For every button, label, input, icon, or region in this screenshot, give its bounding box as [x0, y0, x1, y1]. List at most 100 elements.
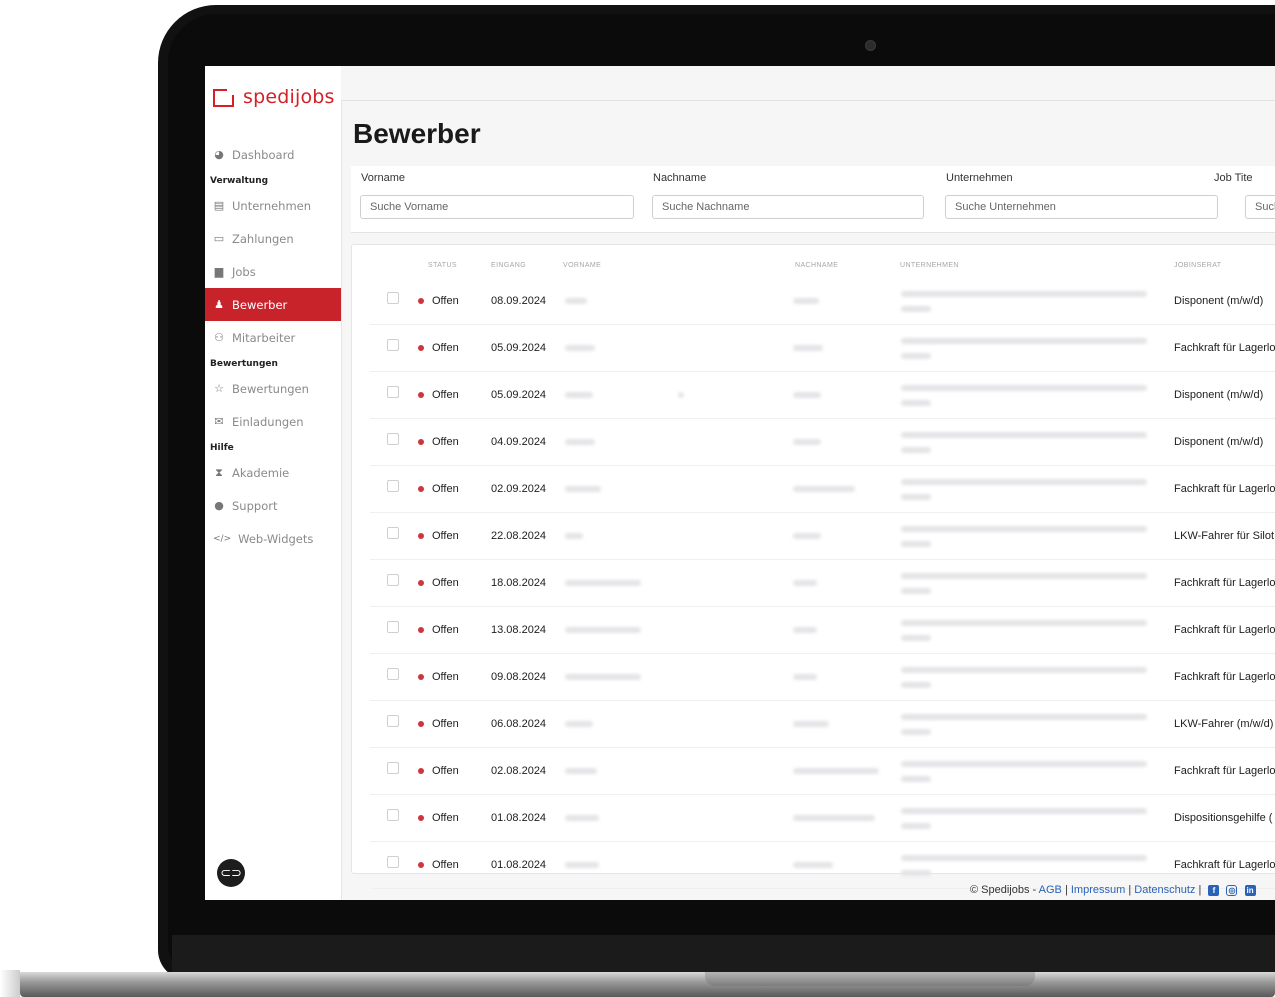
jobinserat-cell[interactable]: Dispositionsgehilfe ( — [1174, 795, 1272, 841]
status-badge: Offen — [418, 278, 459, 324]
jobinserat-cell[interactable]: Disponent (m/w/d) — [1174, 372, 1263, 418]
jobinserat-cell[interactable]: Fachkraft für Lagerlo — [1174, 325, 1275, 371]
sidebar-item-jobs[interactable]: ▆ Jobs — [205, 255, 341, 288]
jobinserat-cell[interactable]: Fachkraft für Lagerlo — [1174, 466, 1275, 512]
sidebar-item-label: Bewertungen — [232, 381, 309, 396]
redacted-text — [565, 439, 595, 445]
row-checkbox[interactable] — [387, 574, 399, 586]
logo[interactable]: spedijobs — [213, 86, 335, 108]
row-checkbox[interactable] — [387, 433, 399, 445]
row-checkbox[interactable] — [387, 480, 399, 492]
row-checkbox[interactable] — [387, 621, 399, 633]
nachname-cell — [793, 607, 817, 653]
row-checkbox[interactable] — [387, 809, 399, 821]
row-checkbox[interactable] — [387, 856, 399, 868]
jobinserat-cell[interactable]: Fachkraft für Lagerlo — [1174, 654, 1275, 700]
sidebar-item-einladungen[interactable]: ✉ Einladungen — [205, 405, 341, 438]
row-checkbox[interactable] — [387, 386, 399, 398]
redacted-text — [793, 580, 817, 586]
header-eingang[interactable]: EINGANG — [491, 262, 526, 269]
chat-button[interactable]: ⊂⊃ — [217, 859, 245, 887]
sidebar-item-zahlungen[interactable]: ▭ Zahlungen — [205, 222, 341, 255]
sidebar-item-support[interactable]: ● Support — [205, 489, 341, 522]
sidebar-item-label: Einladungen — [232, 414, 304, 429]
jobinserat-cell[interactable]: Disponent (m/w/d) — [1174, 419, 1263, 465]
linkedin-icon[interactable]: in — [1244, 884, 1256, 896]
sidebar-item-mitarbeiter[interactable]: ⚇ Mitarbeiter — [205, 321, 341, 354]
sidebar-item-label: Dashboard — [232, 147, 295, 162]
table-row[interactable]: Offen 05.09.2024 Fachkraft für Lagerlo — [370, 325, 1275, 372]
status-dot-icon — [418, 439, 424, 445]
table-row[interactable]: Offen 02.08.2024 Fachkraft für Lagerlo — [370, 748, 1275, 795]
jobinserat-cell[interactable]: LKW-Fahrer für Silot — [1174, 513, 1274, 559]
table-row[interactable]: Offen 01.08.2024 Dispositionsgehilfe ( — [370, 795, 1275, 842]
footer-datenschutz-link[interactable]: Datenschutz — [1134, 884, 1195, 896]
redacted-text — [901, 713, 1147, 720]
sidebar-item-web-widgets[interactable]: </> Web-Widgets — [205, 522, 341, 555]
eingang-date: 08.09.2024 — [491, 295, 547, 307]
unternehmen-cell — [901, 278, 1147, 324]
vorname-cell — [565, 466, 601, 512]
table-row[interactable]: Offen 09.08.2024 Fachkraft für Lagerlo — [370, 654, 1275, 701]
row-checkbox[interactable] — [387, 668, 399, 680]
status-text: Offen — [432, 859, 459, 871]
vorname-cell — [565, 654, 641, 700]
footer-impressum-link[interactable]: Impressum — [1071, 884, 1125, 896]
instagram-icon[interactable]: ◎ — [1226, 884, 1238, 896]
redacted-text — [901, 728, 931, 735]
status-text: Offen — [432, 530, 459, 542]
table-row[interactable]: Offen 05.09.2024 Disponent (m/w/d) — [370, 372, 1275, 419]
redacted-text — [565, 627, 641, 633]
redacted-text — [901, 775, 931, 782]
row-checkbox[interactable] — [387, 527, 399, 539]
job-search-input[interactable] — [1245, 195, 1275, 219]
status-text: Offen — [432, 671, 459, 683]
jobinserat-cell[interactable]: Fachkraft für Lagerlo — [1174, 560, 1275, 606]
table-row[interactable]: Offen 04.09.2024 Disponent (m/w/d) — [370, 419, 1275, 466]
filter-unternehmen: Unternehmen — [936, 172, 1226, 219]
facebook-icon[interactable]: f — [1208, 884, 1220, 896]
row-checkbox[interactable] — [387, 762, 399, 774]
header-unternehmen[interactable]: UNTERNEHMEN — [900, 262, 959, 269]
filter-vorname-label: Vorname — [361, 172, 406, 184]
header-vorname[interactable]: VORNAME — [563, 262, 601, 269]
jobinserat-cell[interactable]: Fachkraft für Lagerlo — [1174, 748, 1275, 794]
jobinserat-cell[interactable]: Fachkraft für Lagerlo — [1174, 607, 1275, 653]
nachname-search-input[interactable] — [652, 195, 924, 219]
hourglass-icon: ⧗ — [215, 465, 223, 479]
unternehmen-search-input[interactable] — [945, 195, 1218, 219]
redacted-text — [901, 666, 1147, 673]
table-row[interactable]: Offen 06.08.2024 LKW-Fahrer (m/w/d) — [370, 701, 1275, 748]
applicants-table: STATUS EINGANG VORNAME NACHNAME UNTERNEH… — [351, 244, 1275, 889]
header-jobinserat[interactable]: JOBINSERAT — [1174, 262, 1221, 269]
jobinserat-cell[interactable]: LKW-Fahrer (m/w/d) — [1174, 701, 1273, 747]
table-row[interactable]: Offen 18.08.2024 Fachkraft für Lagerlo — [370, 560, 1275, 607]
table-row[interactable]: Offen 13.08.2024 Fachkraft für Lagerlo — [370, 607, 1275, 654]
table-row[interactable]: Offen 22.08.2024 LKW-Fahrer für Silot — [370, 513, 1275, 560]
table-row[interactable]: Offen 02.09.2024 Fachkraft für Lagerlo — [370, 466, 1275, 513]
row-checkbox[interactable] — [387, 715, 399, 727]
sidebar-item-unternehmen[interactable]: ▤ Unternehmen — [205, 189, 341, 222]
redacted-text — [565, 533, 583, 539]
header-nachname[interactable]: NACHNAME — [795, 262, 838, 269]
header-status[interactable]: STATUS — [428, 262, 457, 269]
sidebar-section-label: Verwaltung — [210, 176, 269, 186]
unternehmen-cell — [901, 748, 1147, 794]
jobinserat-cell[interactable]: Disponent (m/w/d) — [1174, 278, 1263, 324]
row-checkbox[interactable] — [387, 292, 399, 304]
sidebar-item-bewertungen[interactable]: ☆ Bewertungen — [205, 372, 341, 405]
row-checkbox[interactable] — [387, 339, 399, 351]
mail-icon: ✉ — [214, 415, 224, 428]
table-row[interactable]: Offen 08.09.2024 Disponent (m/w/d) — [370, 278, 1275, 325]
camera-icon — [865, 40, 876, 51]
vorname-cell — [565, 513, 583, 559]
status-text: Offen — [432, 483, 459, 495]
vorname-search-input[interactable] — [360, 195, 634, 219]
status-text: Offen — [432, 342, 459, 354]
sidebar-item-dashboard[interactable]: ◕ Dashboard — [205, 138, 341, 171]
sidebar-item-bewerber[interactable]: ♟ Bewerber — [205, 288, 341, 321]
footer-agb-link[interactable]: AGB — [1039, 884, 1062, 896]
app-screen: spedijobs ◕ Dashboard Verwaltung ▤ Unternehm… — [205, 66, 1275, 900]
footer-copyright: © Spedijobs - — [970, 884, 1037, 896]
sidebar-item-akademie[interactable]: ⧗ Akademie — [205, 456, 341, 489]
